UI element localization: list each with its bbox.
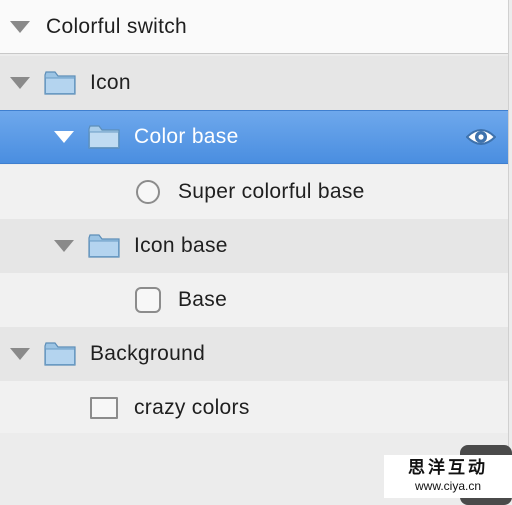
rectangle-icon (90, 397, 118, 419)
tree-row-label: Super colorful base (178, 180, 365, 203)
tree-row-color-base[interactable]: Color base (0, 110, 508, 164)
folder-icon (44, 71, 76, 95)
folder-icon (44, 342, 76, 366)
tree-row-label: Icon (90, 71, 131, 94)
disclosure-triangle-icon[interactable] (54, 240, 74, 252)
tree-row-label: Base (178, 288, 228, 311)
tree-row-icon-base[interactable]: Icon base (0, 219, 508, 273)
tree-row-super-colorful-base[interactable]: Super colorful base (0, 165, 508, 219)
disclosure-triangle-icon[interactable] (10, 348, 30, 360)
tree-row-label: Icon base (134, 234, 228, 257)
tree-row-colorful-switch[interactable]: Colorful switch (0, 0, 508, 54)
eye-icon[interactable] (466, 126, 496, 148)
watermark-title: 思洋互动 (408, 458, 488, 478)
tree-row-background[interactable]: Background (0, 327, 508, 381)
tree-row-label: Color base (134, 125, 239, 148)
tree-row-crazy-colors[interactable]: crazy colors (0, 381, 508, 435)
rounded-square-icon (135, 287, 161, 313)
disclosure-triangle-icon[interactable] (10, 20, 30, 33)
tree-row-label: crazy colors (134, 396, 250, 419)
layer-tree-panel: Colorful switch Icon Color base Super co… (0, 0, 509, 498)
tree-row-icon[interactable]: Icon (0, 56, 508, 110)
watermark: 思洋互动 www.ciya.cn (384, 455, 512, 498)
tree-row-base[interactable]: Base (0, 273, 508, 327)
tree-row-label: Colorful switch (46, 14, 188, 38)
tree-row-label: Background (90, 342, 206, 365)
disclosure-triangle-icon[interactable] (10, 77, 30, 89)
watermark-url: www.ciya.cn (414, 479, 482, 493)
circle-icon (136, 180, 160, 204)
disclosure-triangle-icon[interactable] (54, 131, 74, 143)
folder-icon (88, 125, 120, 149)
folder-icon (88, 234, 120, 258)
